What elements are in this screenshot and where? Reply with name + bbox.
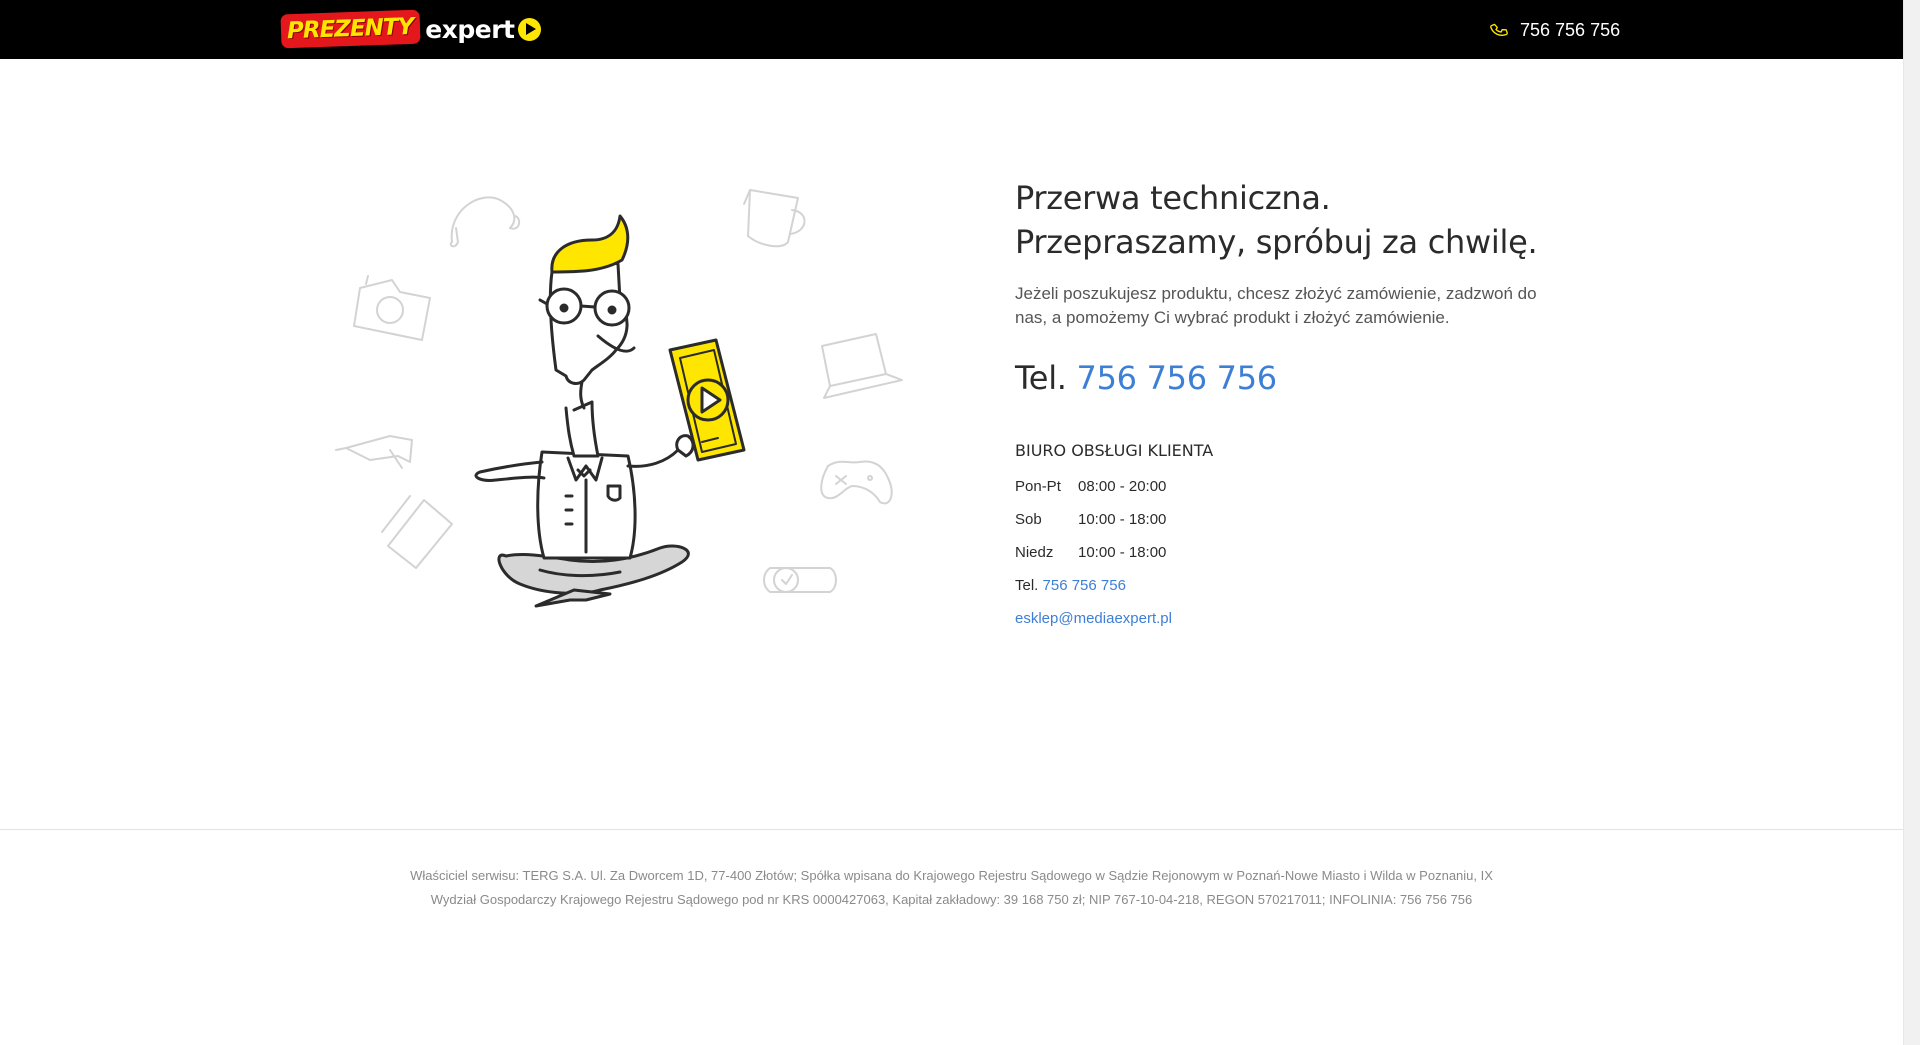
hours-time: 10:00 - 18:00: [1078, 511, 1167, 528]
big-phone-prefix: Tel.: [1015, 359, 1067, 397]
big-phone: Tel. 756 756 756: [1015, 356, 1575, 400]
footer: Właściciel serwisu: TERG S.A. Ul. Za Dwo…: [0, 864, 1903, 912]
office-phone-prefix: Tel.: [1015, 577, 1039, 594]
hours-time: 08:00 - 20:00: [1078, 478, 1167, 495]
office-phone-link[interactable]: 756 756 756: [1043, 577, 1126, 594]
header-phone-number: 756 756 756: [1520, 19, 1621, 40]
hours-row: Sob 10:00 - 18:00: [1015, 503, 1575, 536]
hours-time: 10:00 - 18:00: [1078, 544, 1167, 561]
character-figure: [474, 214, 746, 608]
vertical-scrollbar[interactable]: [1903, 0, 1920, 1045]
footer-line-1: Właściciel serwisu: TERG S.A. Ul. Za Dwo…: [410, 868, 1493, 883]
title-line-1: Przerwa techniczna.: [1015, 179, 1331, 217]
hours-day: Niedz: [1015, 544, 1054, 561]
gamepad-icon: [820, 460, 893, 505]
hours-row: Niedz 10:00 - 18:00: [1015, 536, 1575, 569]
header-phone-link[interactable]: 756 756 756: [1490, 18, 1620, 42]
phone-icon: [1490, 23, 1508, 36]
laptop-icon: [821, 333, 903, 399]
office-title: BIURO OBSŁUGI KLIENTA: [1015, 441, 1214, 460]
logo-link[interactable]: PREZENTY expert: [280, 9, 542, 49]
mug-icon: [743, 189, 806, 248]
hours-day: Pon-Pt: [1015, 478, 1061, 495]
hairdryer-icon: [335, 435, 413, 469]
office-hours: Pon-Pt 08:00 - 20:00 Sob 10:00 - 18:00 N…: [1015, 470, 1575, 569]
big-phone-link[interactable]: 756 756 756: [1077, 359, 1278, 397]
tablet-icon: [381, 495, 453, 569]
maintenance-illustration: [335, 189, 903, 608]
page-title: Przerwa techniczna. Przepraszamy, spróbu…: [1015, 176, 1575, 264]
camera-icon: [353, 275, 431, 341]
footer-divider: [0, 829, 1903, 830]
office-email: esklep@mediaexpert.pl: [1015, 602, 1575, 635]
top-bar: PREZENTY expert 756 756 756: [0, 0, 1903, 59]
scrollbar-thumb[interactable]: [1907, 0, 1917, 1045]
title-line-2: Przepraszamy, spróbuj za chwilę.: [1015, 223, 1538, 261]
logo-badge: PREZENTY: [280, 9, 421, 49]
logo-word: expert: [425, 14, 515, 44]
hours-row: Pon-Pt 08:00 - 20:00: [1015, 470, 1575, 503]
office-phone: Tel. 756 756 756: [1015, 569, 1575, 602]
hours-day: Sob: [1015, 511, 1042, 528]
maintenance-page: PREZENTY expert 756 756 756 Przerwa tech…: [0, 0, 1920, 1045]
office-email-link[interactable]: esklep@mediaexpert.pl: [1015, 610, 1172, 627]
maintenance-content: Przerwa techniczna. Przepraszamy, spróbu…: [1015, 176, 1575, 635]
headphones-icon: [449, 196, 521, 248]
lead-text: Jeżeli poszukujesz produktu, chcesz złoż…: [1015, 284, 1537, 327]
footer-line-2: Wydział Gospodarczy Krajowego Rejestru S…: [430, 892, 1473, 907]
watch-icon: [763, 567, 837, 593]
play-icon: [518, 17, 542, 41]
